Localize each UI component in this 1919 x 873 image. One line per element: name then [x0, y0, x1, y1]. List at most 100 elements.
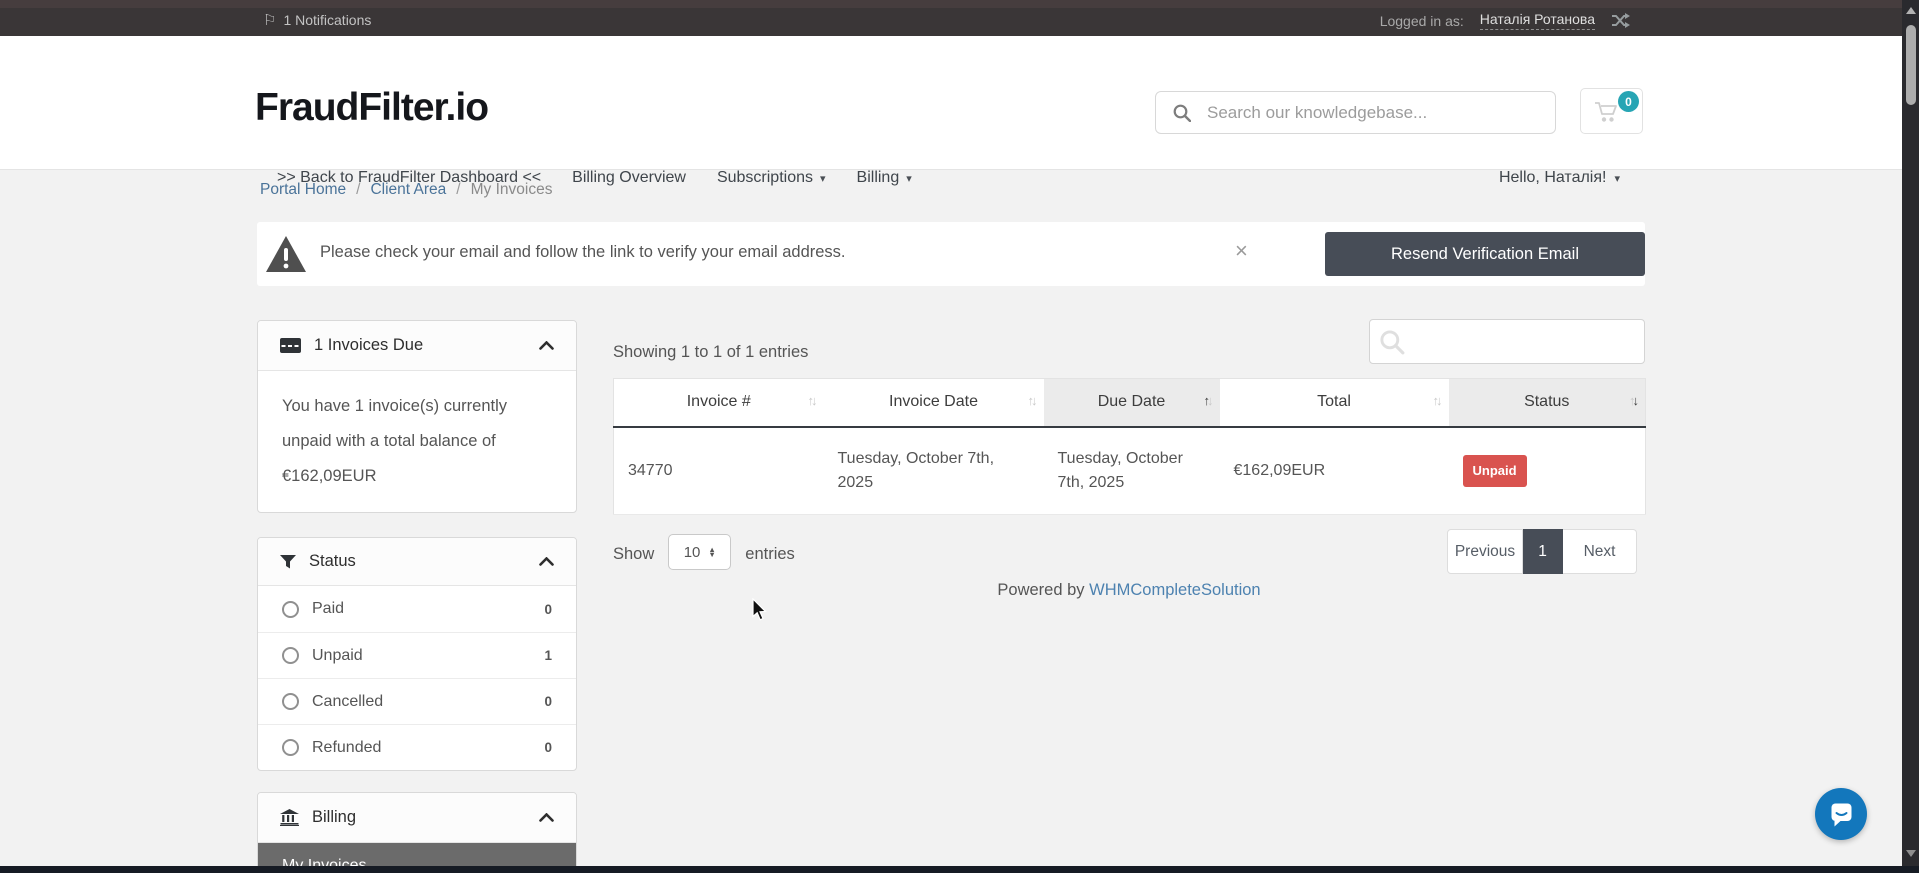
filter-count: 0: [544, 740, 552, 755]
column-label: Total: [1317, 393, 1351, 410]
cell-invoice-number: 34770: [614, 427, 824, 515]
search-icon: [1379, 329, 1405, 355]
status-filter-panel: Status Paid 0 Unpaid 1 Cancelled 0: [257, 537, 577, 771]
filter-label: Unpaid: [312, 647, 544, 665]
page: ⚐ 1 Notifications Logged in as: Наталія …: [0, 0, 1919, 873]
filter-label: Paid: [312, 600, 544, 618]
cell-total: €162,09EUR: [1220, 427, 1449, 515]
notifications-link[interactable]: ⚐ 1 Notifications: [263, 11, 371, 29]
greeting-label: Hello, Наталія!: [1499, 169, 1607, 187]
mouse-cursor: [752, 598, 767, 621]
nav-item-label: Subscriptions: [717, 169, 813, 187]
cell-status: Unpaid: [1449, 427, 1646, 515]
show-label: Show: [613, 545, 654, 564]
switch-account-icon[interactable]: [1611, 13, 1630, 28]
bottom-edge-bar: [0, 866, 1919, 873]
breadcrumb-portal-home[interactable]: Portal Home: [260, 181, 346, 199]
whmcompletesolution-link[interactable]: WHMCompleteSolution: [1089, 581, 1260, 599]
stepper-icon: ▲▼: [708, 547, 715, 558]
powered-by: Powered by WHMCompleteSolution: [613, 581, 1645, 600]
chevron-down-icon: ▾: [820, 172, 826, 185]
filter-count: 0: [544, 602, 552, 617]
filter-count: 1: [544, 648, 552, 663]
top-bar: ⚐ 1 Notifications Logged in as: Наталія …: [0, 0, 1902, 36]
column-label: Due Date: [1098, 393, 1166, 410]
nav-item-label: Billing: [857, 169, 900, 187]
status-filter-list: Paid 0 Unpaid 1 Cancelled 0 Refunded 0: [258, 586, 576, 770]
warning-icon: [264, 234, 308, 274]
session-info: Logged in as: Наталія Ротанова: [1380, 11, 1630, 30]
filter-cancelled[interactable]: Cancelled 0: [258, 678, 576, 724]
filter-refunded[interactable]: Refunded 0: [258, 724, 576, 770]
cell-invoice-date: Tuesday, October 7th, 2025: [824, 427, 1044, 515]
logged-in-user-link[interactable]: Наталія Ротанова: [1480, 11, 1595, 30]
column-label: Invoice #: [687, 393, 751, 410]
nav-billing[interactable]: Billing ▾: [857, 169, 912, 187]
invoices-due-panel-header[interactable]: 1 Invoices Due: [258, 321, 576, 371]
knowledgebase-search-input[interactable]: [1191, 103, 1555, 123]
sort-icon-ascending-active: ↑↓: [1204, 393, 1211, 408]
account-menu[interactable]: Hello, Наталія! ▾: [1499, 169, 1620, 187]
billing-panel-header[interactable]: Billing: [258, 793, 576, 843]
site-logo[interactable]: FraudFilter.io: [255, 86, 488, 130]
banner-message: Please check your email and follow the l…: [320, 243, 846, 262]
cell-due-date: Tuesday, October 7th, 2025: [1044, 427, 1220, 515]
selected-page-size: 10: [684, 544, 701, 561]
nav-billing-overview[interactable]: Billing Overview: [572, 169, 686, 187]
powered-by-label: Powered by: [997, 581, 1084, 599]
breadcrumb: Portal Home / Client Area / My Invoices: [260, 181, 552, 199]
table-search-input[interactable]: [1405, 333, 1644, 351]
chevron-down-icon: ▾: [906, 172, 912, 185]
scrollbar-thumb[interactable]: [1906, 25, 1916, 105]
breadcrumb-client-area[interactable]: Client Area: [370, 181, 446, 199]
credit-card-icon: [280, 338, 301, 353]
sort-icon: ↑↓: [1433, 393, 1440, 408]
filter-count: 0: [544, 694, 552, 709]
column-label: Invoice Date: [889, 393, 978, 410]
table-search: [1369, 319, 1645, 364]
cart-icon: [1594, 101, 1620, 123]
email-verification-banner: Please check your email and follow the l…: [257, 222, 1645, 286]
radio-circle-icon: [282, 693, 299, 710]
chat-icon: [1828, 801, 1855, 828]
close-icon[interactable]: ×: [1235, 240, 1248, 262]
breadcrumb-separator: /: [356, 181, 360, 199]
nav-subscriptions[interactable]: Subscriptions ▾: [717, 169, 826, 187]
filter-paid[interactable]: Paid 0: [258, 586, 576, 632]
column-header-total[interactable]: Total ↑↓: [1220, 379, 1449, 427]
next-page-button[interactable]: Next: [1563, 529, 1637, 574]
filter-label: Cancelled: [312, 693, 544, 711]
invoices-due-panel: 1 Invoices Due You have 1 invoice(s) cur…: [257, 320, 577, 513]
chat-button[interactable]: [1815, 788, 1867, 840]
column-header-due-date[interactable]: Due Date ↑↓: [1044, 379, 1220, 427]
invoices-table: Invoice # ↑↓ Invoice Date ↑↓ Due Date ↑↓…: [613, 378, 1646, 515]
breadcrumb-current: My Invoices: [471, 181, 553, 199]
scrollbar-up-arrow[interactable]: [1902, 2, 1919, 19]
column-header-invoice-date[interactable]: Invoice Date ↑↓: [824, 379, 1044, 427]
entries-per-page-select[interactable]: 10 ▲▼: [668, 534, 731, 570]
radio-circle-icon: [282, 601, 299, 618]
search-icon: [1173, 104, 1191, 122]
billing-panel: Billing My Invoices: [257, 792, 577, 873]
scrollbar-down-arrow[interactable]: [1902, 845, 1919, 862]
column-header-invoice-number[interactable]: Invoice # ↑↓: [614, 379, 824, 427]
current-page-button[interactable]: 1: [1523, 529, 1563, 574]
breadcrumb-separator: /: [456, 181, 460, 199]
invoice-row[interactable]: 34770 Tuesday, October 7th, 2025 Tuesday…: [614, 427, 1646, 515]
showing-entries-text: Showing 1 to 1 of 1 entries: [613, 343, 808, 362]
sort-icon: ↑↓: [808, 393, 815, 408]
table-header-row: Invoice # ↑↓ Invoice Date ↑↓ Due Date ↑↓…: [614, 379, 1646, 427]
status-panel-header[interactable]: Status: [258, 538, 576, 586]
page-length-control: Show 10 ▲▼ entries: [613, 538, 795, 570]
column-header-status[interactable]: Status ↑↓: [1449, 379, 1646, 427]
flag-icon: ⚐: [263, 11, 276, 29]
cart-button[interactable]: 0: [1580, 88, 1643, 134]
panel-title: Billing: [312, 808, 526, 827]
knowledgebase-search: [1155, 91, 1556, 134]
filter-unpaid[interactable]: Unpaid 1: [258, 632, 576, 678]
sort-icon: ↑↓: [1028, 393, 1035, 408]
resend-verification-button[interactable]: Resend Verification Email: [1325, 232, 1645, 276]
vertical-scrollbar: [1902, 0, 1919, 866]
previous-page-button[interactable]: Previous: [1447, 529, 1523, 574]
status-badge: Unpaid: [1463, 455, 1527, 487]
